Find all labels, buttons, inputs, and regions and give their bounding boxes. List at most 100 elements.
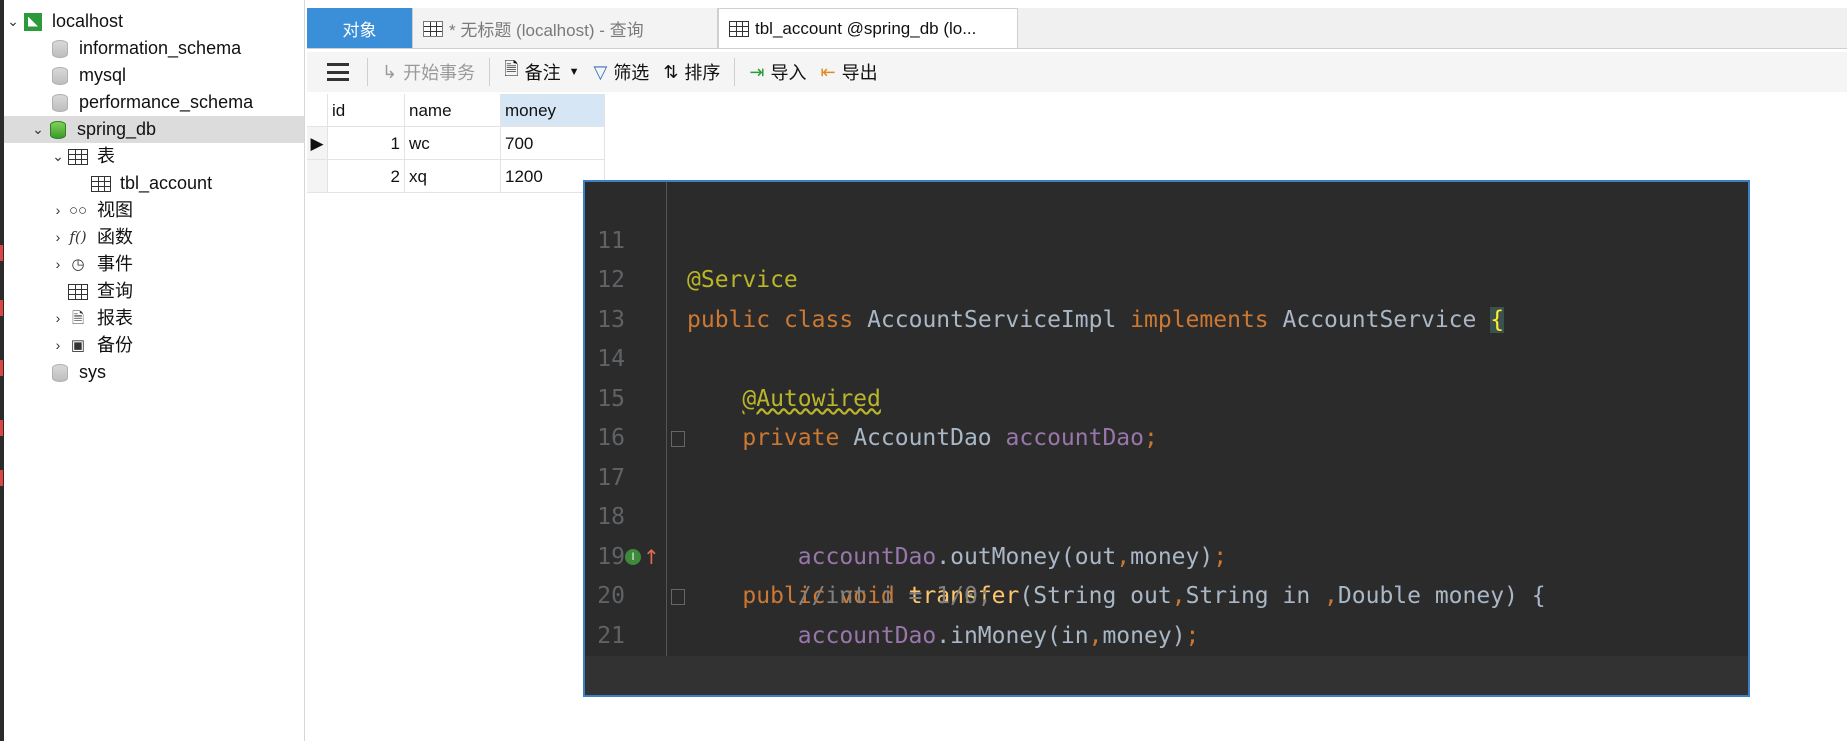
tree-item-label: localhost bbox=[52, 11, 124, 31]
code-line[interactable]: 18 accountDao.outMoney(out,money); bbox=[585, 459, 1748, 570]
document-icon: 🗎 bbox=[504, 59, 519, 79]
tree-item-functions[interactable]: › f() 函数 bbox=[4, 224, 304, 251]
current-row-arrow-icon: ▶ bbox=[307, 127, 328, 160]
query-icon bbox=[67, 282, 89, 302]
begin-transaction-button[interactable]: ↳ 开始事务 bbox=[382, 59, 475, 85]
code-line[interactable]: 15 private AccountDao accountDao; bbox=[585, 340, 1748, 452]
tree-item-queries[interactable]: 查询 bbox=[4, 278, 304, 305]
tab-label: tbl_account @spring_db (lo... bbox=[755, 18, 977, 38]
tree-item-backups[interactable]: › ▣ 备份 bbox=[4, 332, 304, 359]
line-number: 23 bbox=[585, 696, 625, 698]
fold-icon[interactable] bbox=[671, 431, 685, 447]
transaction-icon: ↳ bbox=[382, 61, 398, 82]
connection-icon bbox=[22, 12, 44, 32]
current-code-line[interactable]: 23 } bbox=[585, 656, 1748, 698]
code-line[interactable]: 17 I ↑ public void transfer(String out,S… bbox=[585, 419, 1748, 609]
table-icon bbox=[729, 19, 749, 39]
cell-money[interactable]: 700 bbox=[501, 127, 605, 160]
cell-name[interactable]: xq bbox=[405, 160, 501, 193]
connection-tree: ⌄ localhost information_schema mysql per… bbox=[4, 0, 305, 741]
tree-item-information-schema[interactable]: information_schema bbox=[4, 35, 304, 62]
tab-label: 对象 bbox=[342, 20, 377, 40]
tree-item-views[interactable]: › ○○ 视图 bbox=[4, 197, 304, 224]
database-icon bbox=[49, 39, 71, 59]
tree-item-reports[interactable]: › 🗎 报表 bbox=[4, 305, 304, 332]
chevron-right-icon[interactable]: › bbox=[49, 305, 67, 332]
code-line[interactable]: 20 accountDao.inMoney(in,money); bbox=[585, 538, 1748, 649]
tab-query[interactable]: * 无标题 (localhost) - 查询 bbox=[413, 8, 718, 48]
sort-button[interactable]: ⇅ 排序 bbox=[663, 59, 720, 85]
filter-icon: ▽ bbox=[593, 61, 608, 82]
button-label: 开始事务 bbox=[403, 63, 476, 83]
divider bbox=[489, 58, 491, 86]
menu-icon[interactable] bbox=[327, 63, 349, 81]
backup-icon: ▣ bbox=[70, 337, 86, 354]
tree-item-label: spring_db bbox=[77, 119, 157, 139]
toolbar: ↳ 开始事务 🗎 备注 ▼ ▽ 筛选 ⇅ 排序 ⇥ 导入 ⇤ 导出 bbox=[307, 52, 1847, 92]
tree-item-label: information_schema bbox=[79, 38, 242, 58]
cell-id[interactable]: 2 bbox=[328, 160, 405, 193]
code-line[interactable]: 21 } bbox=[585, 577, 1748, 649]
row-indicator bbox=[307, 160, 328, 193]
tree-item-performance-schema[interactable]: performance_schema bbox=[4, 89, 304, 116]
dropdown-arrow-icon[interactable]: ▼ bbox=[569, 66, 580, 78]
tab-objects[interactable]: 对象 bbox=[307, 8, 413, 48]
tree-item-label: 报表 bbox=[97, 308, 133, 328]
button-label: 筛选 bbox=[613, 63, 650, 83]
grid-header-row: id name money bbox=[307, 94, 605, 127]
tree-item-label: 备份 bbox=[97, 335, 133, 355]
query-icon bbox=[423, 18, 443, 38]
column-header-name[interactable]: name bbox=[405, 94, 501, 127]
database-icon bbox=[49, 93, 71, 113]
tree-item-events[interactable]: › ◷ 事件 bbox=[4, 251, 304, 278]
column-header-id[interactable]: id bbox=[328, 94, 405, 127]
tree-item-label: performance_schema bbox=[79, 92, 254, 112]
memo-button[interactable]: 🗎 备注 ▼ bbox=[504, 57, 579, 87]
export-button[interactable]: ⇤ 导出 bbox=[821, 59, 878, 85]
button-label: 排序 bbox=[684, 63, 721, 83]
tree-item-spring-db[interactable]: ⌄ spring_db bbox=[4, 116, 304, 143]
code-line[interactable]: 12 public class AccountServiceImpl imple… bbox=[585, 222, 1748, 333]
tree-item-label: 函数 bbox=[97, 227, 133, 247]
column-header-money[interactable]: money bbox=[501, 94, 605, 127]
cell-name[interactable]: wc bbox=[405, 127, 501, 160]
row-indicator-header bbox=[307, 94, 328, 127]
tree-item-localhost[interactable]: ⌄ localhost bbox=[4, 8, 304, 35]
divider bbox=[734, 58, 736, 86]
tree-item-mysql[interactable]: mysql bbox=[4, 62, 304, 89]
code-line[interactable]: 14 @Autowired bbox=[585, 301, 1748, 412]
glasses-icon: ○○ bbox=[68, 202, 88, 219]
table-row[interactable]: ▶ 1 wc 700 bbox=[307, 127, 605, 160]
chevron-right-icon[interactable]: › bbox=[49, 332, 67, 359]
button-label: 导出 bbox=[841, 63, 878, 83]
chevron-down-icon[interactable]: ⌄ bbox=[29, 116, 47, 143]
code-line[interactable]: 19 //int i = 1/0; bbox=[585, 498, 1748, 610]
code-line[interactable]: 11 @Service bbox=[585, 182, 1748, 294]
filter-button[interactable]: ▽ 筛选 bbox=[593, 59, 649, 85]
button-label: 导入 bbox=[770, 63, 807, 83]
tree-item-label: 视图 bbox=[97, 200, 133, 220]
code-line[interactable]: 22 bbox=[585, 617, 1748, 688]
tree-item-label: tbl_account bbox=[120, 173, 213, 193]
tab-bar: 对象 * 无标题 (localhost) - 查询 tbl_account @s… bbox=[307, 8, 1847, 49]
function-icon: f() bbox=[69, 228, 87, 246]
chevron-down-icon[interactable]: ⌄ bbox=[4, 8, 22, 35]
cell-id[interactable]: 1 bbox=[328, 127, 405, 160]
database-icon bbox=[47, 120, 69, 140]
chevron-right-icon[interactable]: › bbox=[49, 197, 67, 224]
tree-item-tables[interactable]: ⌄ 表 bbox=[4, 143, 304, 170]
code-line[interactable]: 13 bbox=[585, 261, 1748, 333]
fold-icon[interactable] bbox=[671, 589, 685, 605]
export-icon: ⇤ bbox=[820, 61, 836, 82]
code-line[interactable]: 16 bbox=[585, 380, 1748, 451]
tab-table[interactable]: tbl_account @spring_db (lo... bbox=[718, 8, 1018, 48]
import-button[interactable]: ⇥ 导入 bbox=[749, 59, 806, 85]
chevron-right-icon[interactable]: › bbox=[49, 251, 67, 278]
chevron-down-icon[interactable]: ⌄ bbox=[49, 143, 67, 170]
chevron-right-icon[interactable]: › bbox=[49, 224, 67, 251]
code-editor[interactable]: 11 @Service 12 public class AccountServi… bbox=[583, 180, 1750, 697]
tree-item-sys[interactable]: sys bbox=[4, 359, 304, 386]
table-row[interactable]: 2 xq 1200 bbox=[307, 160, 605, 193]
tree-item-tbl-account[interactable]: tbl_account bbox=[4, 170, 304, 197]
divider bbox=[367, 58, 368, 86]
